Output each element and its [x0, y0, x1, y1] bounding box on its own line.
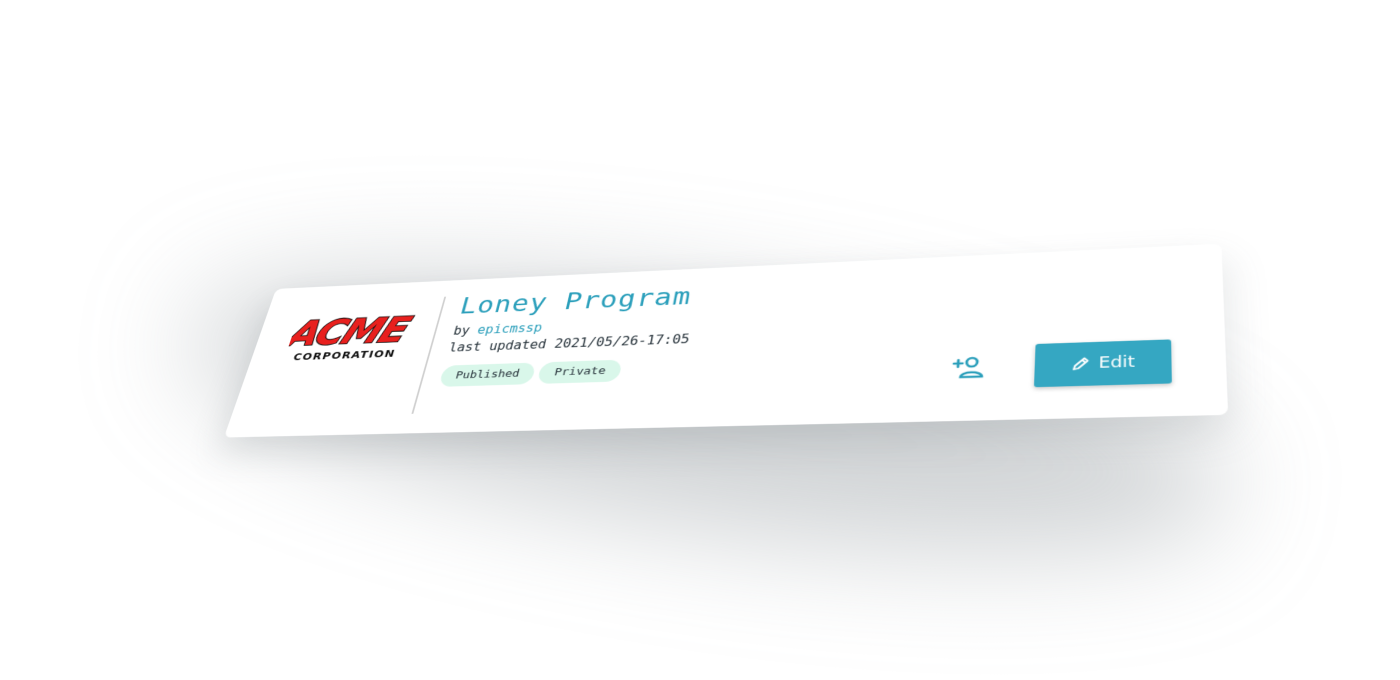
add-member-button[interactable] [948, 352, 986, 382]
vertical-divider [411, 296, 447, 414]
author-link[interactable]: epicmssp [476, 321, 544, 337]
pencil-icon [1070, 356, 1090, 372]
status-badges: Published Private [438, 347, 986, 387]
program-card: ACME CORPORATION Loney Program by epicms… [223, 243, 1229, 438]
acme-logo: ACME CORPORATION [281, 310, 417, 369]
edit-label: Edit [1098, 353, 1136, 373]
edit-button[interactable]: Edit [1033, 339, 1172, 388]
badge-published: Published [438, 362, 537, 387]
by-label: by [451, 323, 472, 338]
badge-private: Private [537, 359, 623, 384]
person-add-icon [948, 352, 986, 382]
svg-text:CORPORATION: CORPORATION [292, 347, 397, 363]
program-info: Loney Program by epicmssp last updated 2… [438, 269, 991, 387]
page-stage: ACME CORPORATION Loney Program by epicms… [0, 0, 1400, 680]
acme-logo-graphic: ACME CORPORATION [281, 310, 417, 363]
